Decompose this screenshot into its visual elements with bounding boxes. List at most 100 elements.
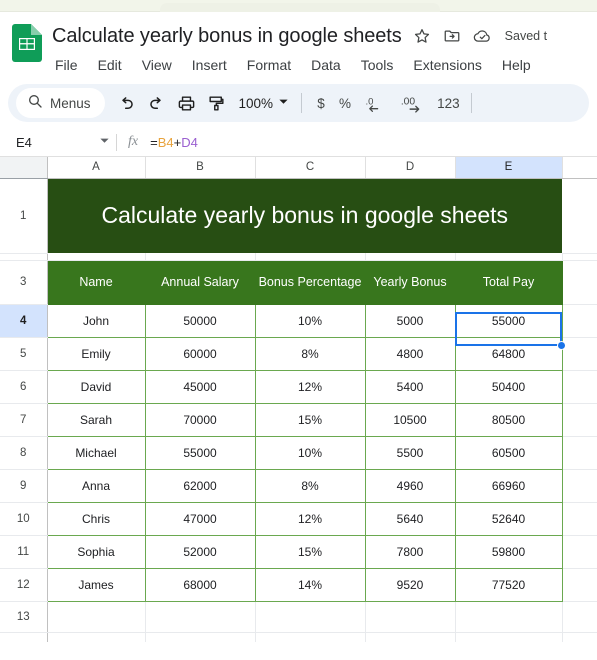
cell-d2[interactable]: [365, 253, 456, 261]
cell-c11[interactable]: 15%: [255, 535, 366, 569]
column-header-e[interactable]: E: [455, 157, 563, 179]
row-header-11[interactable]: 11: [0, 535, 48, 569]
cell-b10[interactable]: 47000: [145, 502, 256, 536]
column-header-b[interactable]: B: [145, 157, 256, 179]
cell-f10[interactable]: [562, 502, 597, 536]
cell-c4[interactable]: 10%: [255, 304, 366, 338]
cell-b14[interactable]: [145, 632, 256, 642]
cell-b9[interactable]: 62000: [145, 469, 256, 503]
formula-input[interactable]: =B4+D4: [150, 135, 597, 150]
cell-c6[interactable]: 12%: [255, 370, 366, 404]
cell-d12[interactable]: 9520: [365, 568, 456, 602]
redo-icon[interactable]: [143, 89, 171, 117]
cell-f11[interactable]: [562, 535, 597, 569]
menus-search-button[interactable]: Menus: [16, 88, 105, 118]
cell-b12[interactable]: 68000: [145, 568, 256, 602]
cell-c12[interactable]: 14%: [255, 568, 366, 602]
row-header-10[interactable]: 10: [0, 502, 48, 536]
cloud-saved-icon[interactable]: [473, 27, 492, 46]
cell-d6[interactable]: 5400: [365, 370, 456, 404]
print-icon[interactable]: [173, 89, 201, 117]
cell-c10[interactable]: 12%: [255, 502, 366, 536]
cell-a10[interactable]: Chris: [46, 502, 146, 536]
cell-e6[interactable]: 50400: [455, 370, 563, 404]
number-format-button[interactable]: 123: [434, 89, 463, 117]
row-header-3[interactable]: 3: [0, 260, 48, 305]
row-header-2[interactable]: [0, 253, 48, 261]
table-header-total[interactable]: Total Pay: [455, 260, 563, 305]
cell-c9[interactable]: 8%: [255, 469, 366, 503]
menu-item-format[interactable]: Format: [245, 56, 293, 74]
cell-a5[interactable]: Emily: [46, 337, 146, 371]
increase-decimal-button[interactable]: .00: [394, 89, 432, 117]
cell-e2[interactable]: [455, 253, 563, 261]
cell-f13[interactable]: [562, 601, 597, 633]
cell-b8[interactable]: 55000: [145, 436, 256, 470]
document-title[interactable]: Calculate yearly bonus in google sheets: [52, 25, 402, 48]
cell-e8[interactable]: 60500: [455, 436, 563, 470]
cell-f4[interactable]: [562, 304, 597, 338]
row-header-7[interactable]: 7: [0, 403, 48, 437]
undo-icon[interactable]: [113, 89, 141, 117]
cell-f14[interactable]: [562, 632, 597, 642]
menu-item-view[interactable]: View: [140, 56, 174, 74]
cell-a8[interactable]: Michael: [46, 436, 146, 470]
percent-format-button[interactable]: %: [334, 89, 356, 117]
google-sheets-logo-icon[interactable]: [12, 24, 42, 62]
cell-f6[interactable]: [562, 370, 597, 404]
star-icon[interactable]: [413, 27, 432, 46]
cell-d7[interactable]: 10500: [365, 403, 456, 437]
cell-c5[interactable]: 8%: [255, 337, 366, 371]
cell-b11[interactable]: 52000: [145, 535, 256, 569]
menu-item-edit[interactable]: Edit: [96, 56, 124, 74]
cell-e11[interactable]: 59800: [455, 535, 563, 569]
cell-c7[interactable]: 15%: [255, 403, 366, 437]
cell-a11[interactable]: Sophia: [46, 535, 146, 569]
move-to-folder-icon[interactable]: [443, 27, 462, 46]
cell-d14[interactable]: [365, 632, 456, 642]
cell-c14[interactable]: [255, 632, 366, 642]
cell-e13[interactable]: [455, 601, 563, 633]
row-header-9[interactable]: 9: [0, 469, 48, 503]
cell-d8[interactable]: 5500: [365, 436, 456, 470]
name-box[interactable]: E4: [8, 133, 116, 151]
row-header-13[interactable]: 13: [0, 601, 48, 633]
cell-f2[interactable]: [562, 253, 597, 261]
cell-c2[interactable]: [255, 253, 366, 261]
cell-e5[interactable]: 64800: [455, 337, 563, 371]
cell-a9[interactable]: Anna: [46, 469, 146, 503]
cell-e12[interactable]: 77520: [455, 568, 563, 602]
cell-b7[interactable]: 70000: [145, 403, 256, 437]
table-header-bonus[interactable]: Yearly Bonus: [365, 260, 456, 305]
fill-handle[interactable]: [557, 341, 566, 350]
column-header-c[interactable]: C: [255, 157, 366, 179]
column-header-a[interactable]: A: [47, 157, 146, 179]
menu-item-help[interactable]: Help: [500, 56, 533, 74]
cell-f5[interactable]: [562, 337, 597, 371]
cell-a6[interactable]: David: [46, 370, 146, 404]
cell-d13[interactable]: [365, 601, 456, 633]
menu-item-extensions[interactable]: Extensions: [411, 56, 483, 74]
cell-b6[interactable]: 45000: [145, 370, 256, 404]
row-header-4[interactable]: 4: [0, 304, 48, 338]
cell-d10[interactable]: 5640: [365, 502, 456, 536]
menu-item-tools[interactable]: Tools: [359, 56, 396, 74]
cell-a7[interactable]: Sarah: [46, 403, 146, 437]
menu-item-insert[interactable]: Insert: [190, 56, 229, 74]
cell-f8[interactable]: [562, 436, 597, 470]
zoom-control[interactable]: 100%: [239, 94, 290, 112]
table-header-salary[interactable]: Annual Salary: [145, 260, 256, 305]
row-header-1[interactable]: 1: [0, 178, 48, 254]
row-header-12[interactable]: 12: [0, 568, 48, 602]
title-banner-cell[interactable]: Calculate yearly bonus in google sheets: [47, 178, 562, 253]
row-header-5[interactable]: 5: [0, 337, 48, 371]
row-header-8[interactable]: 8: [0, 436, 48, 470]
cell-e7[interactable]: 80500: [455, 403, 563, 437]
column-header-f[interactable]: [562, 157, 597, 179]
cell-f1[interactable]: [562, 178, 597, 254]
cell-e14[interactable]: [455, 632, 563, 642]
cell-a4[interactable]: John: [46, 304, 146, 338]
table-header-percent[interactable]: Bonus Percentage: [255, 260, 366, 305]
cell-f7[interactable]: [562, 403, 597, 437]
cell-c13[interactable]: [255, 601, 366, 633]
